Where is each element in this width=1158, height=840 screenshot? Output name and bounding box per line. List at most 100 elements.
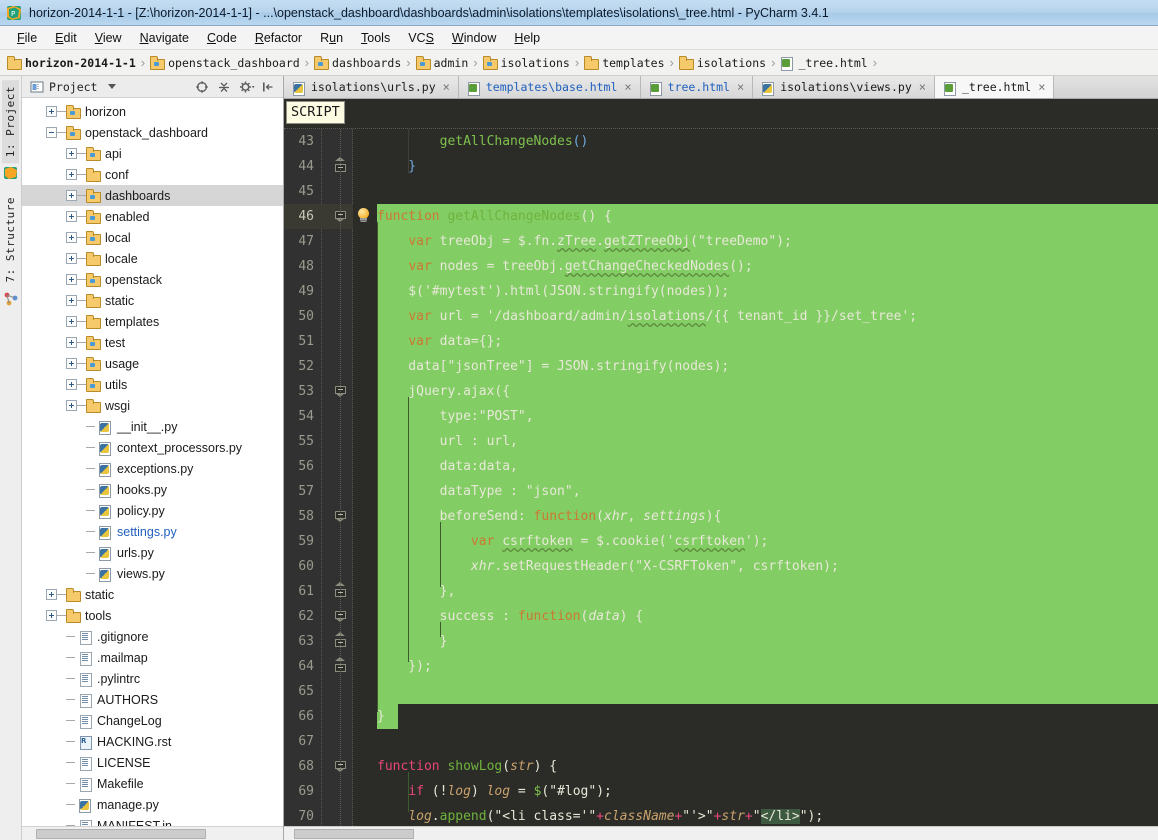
tree-item-manage-py[interactable]: manage.py [22,794,283,815]
scrollbar-thumb[interactable] [294,829,414,839]
breadcrumb-item-isolations[interactable]: isolations [678,56,767,70]
tree-item-dashboards[interactable]: dashboards [22,185,283,206]
menu-refactor[interactable]: Refactor [246,29,311,47]
fold-gutter[interactable] [322,129,353,840]
code-line[interactable]: type:"POST", [377,404,534,429]
tree-expand-icon[interactable] [66,274,77,285]
tree-item-changelog[interactable]: ChangeLog [22,710,283,731]
tree-item-context-processors-py[interactable]: context_processors.py [22,437,283,458]
menu-tools[interactable]: Tools [352,29,399,47]
tree-item-horizon[interactable]: horizon [22,101,283,122]
project-horizontal-scrollbar[interactable] [22,826,283,840]
breadcrumb-item-isolations[interactable]: isolations [482,56,571,70]
editor-tab-templates-base-html[interactable]: templates\base.html × [458,76,641,98]
tree-item-wsgi[interactable]: wsgi [22,395,283,416]
code-line[interactable]: } [377,154,416,179]
tree-item-conf[interactable]: conf [22,164,283,185]
intention-bulb-icon[interactable] [356,208,372,224]
tree-item-manifest-in[interactable]: MANIFEST.in [22,815,283,826]
code-line[interactable]: var treeObj = $.fn.zTree.getZTreeObj("tr… [377,229,792,254]
tree-expand-icon[interactable] [66,190,77,201]
collapse-all-icon[interactable] [217,80,231,94]
tree-item-local[interactable]: local [22,227,283,248]
tree-item-authors[interactable]: AUTHORS [22,689,283,710]
tree-item-test[interactable]: test [22,332,283,353]
tree-expand-icon[interactable] [66,253,77,264]
tree-item-openstack-dashboard[interactable]: openstack_dashboard [22,122,283,143]
code-line[interactable]: data["jsonTree"] = JSON.stringify(nodes)… [377,354,729,379]
editor-tab--tree-html[interactable]: _tree.html × [935,76,1055,98]
menu-run[interactable]: Run [311,29,352,47]
code-line[interactable]: xhr.setRequestHeader("X-CSRFToken", csrf… [377,554,839,579]
menu-file[interactable]: File [8,29,46,47]
menu-window[interactable]: Window [443,29,505,47]
script-breadcrumb-tag[interactable]: SCRIPT [286,101,345,124]
code-line[interactable]: var nodes = treeObj.getChangeCheckedNode… [377,254,752,279]
tree-item-enabled[interactable]: enabled [22,206,283,227]
editor-tab-isolations-urls-py[interactable]: isolations\urls.py × [284,76,459,98]
code-line[interactable]: data:data, [377,454,518,479]
tree-expand-icon[interactable] [46,106,57,117]
code-line[interactable]: beforeSend: function(xhr, settings){ [377,504,722,529]
code-line[interactable]: url : url, [377,429,518,454]
tree-collapse-icon[interactable] [46,127,57,138]
menu-edit[interactable]: Edit [46,29,86,47]
code-editor[interactable]: SCRIPT 43 getAllChangeNodes() 44 } 45 46 fun… [284,99,1158,840]
code-line[interactable]: var url = '/dashboard/admin/isolations/{… [377,304,917,329]
tree-item-locale[interactable]: locale [22,248,283,269]
tree-item-settings-py[interactable]: settings.py [22,521,283,542]
tree-item-static[interactable]: static [22,584,283,605]
code-line[interactable]: function showLog(str) { [377,754,557,779]
tree-item-policy-py[interactable]: policy.py [22,500,283,521]
annotation-gutter[interactable] [353,129,377,840]
close-icon[interactable]: × [624,80,631,94]
code-line[interactable]: } [377,629,448,654]
close-icon[interactable]: × [919,80,926,94]
close-icon[interactable]: × [443,80,450,94]
tree-item-urls-py[interactable]: urls.py [22,542,283,563]
code-line[interactable]: } [377,704,385,729]
code-line[interactable]: var data={}; [377,329,502,354]
tree-expand-icon[interactable] [66,358,77,369]
breadcrumb-item-openstack-dashboard[interactable]: openstack_dashboard [149,56,301,70]
settings-gear-icon[interactable] [239,80,255,94]
breadcrumb-item-horizon-2014-1-1[interactable]: horizon-2014-1-1 [6,56,137,70]
tree-item-tools[interactable]: tools [22,605,283,626]
tree-item-makefile[interactable]: Makefile [22,773,283,794]
tree-expand-icon[interactable] [66,400,77,411]
code-line[interactable]: function getAllChangeNodes() { [377,204,612,229]
chevron-down-icon[interactable] [108,84,117,89]
code-line[interactable]: jQuery.ajax({ [377,379,510,404]
menu-code[interactable]: Code [198,29,246,47]
tree-item--gitignore[interactable]: .gitignore [22,626,283,647]
hide-panel-icon[interactable] [261,80,275,94]
project-view-selector[interactable]: Project [22,80,195,94]
sidebar-item-project[interactable]: 1: Project [2,80,19,164]
tree-item-views-py[interactable]: views.py [22,563,283,584]
tree-item--init-py[interactable]: __init__.py [22,416,283,437]
editor-tab-isolations-views-py[interactable]: isolations\views.py × [753,76,935,98]
menu-navigate[interactable]: Navigate [131,29,198,47]
menu-view[interactable]: View [86,29,131,47]
tree-item-hacking-rst[interactable]: HACKING.rst [22,731,283,752]
scrollbar-thumb[interactable] [36,829,206,839]
tree-expand-icon[interactable] [66,316,77,327]
tree-item--mailmap[interactable]: .mailmap [22,647,283,668]
tree-item-license[interactable]: LICENSE [22,752,283,773]
breadcrumb-item-templates[interactable]: templates [583,56,665,70]
tree-item-hooks-py[interactable]: hooks.py [22,479,283,500]
tree-item-static[interactable]: static [22,290,283,311]
code-line[interactable]: }); [377,654,432,679]
tree-expand-icon[interactable] [46,589,57,600]
code-line[interactable]: if (!log) log = $("#log"); [377,779,612,804]
breadcrumb-item-dashboards[interactable]: dashboards [313,56,402,70]
editor-tab-tree-html[interactable]: tree.html × [640,76,754,98]
tree-item-exceptions-py[interactable]: exceptions.py [22,458,283,479]
breadcrumb-item-admin[interactable]: admin [415,56,470,70]
tree-expand-icon[interactable] [66,379,77,390]
sidebar-item-structure[interactable]: 7: Structure [2,191,19,288]
code-lines-container[interactable]: 43 getAllChangeNodes() 44 } 45 46 function g… [284,129,1158,840]
code-line[interactable]: var csrftoken = $.cookie('csrftoken'); [377,529,768,554]
breadcrumb-item--tree-html[interactable]: _tree.html [779,56,868,71]
tree-item-templates[interactable]: templates [22,311,283,332]
